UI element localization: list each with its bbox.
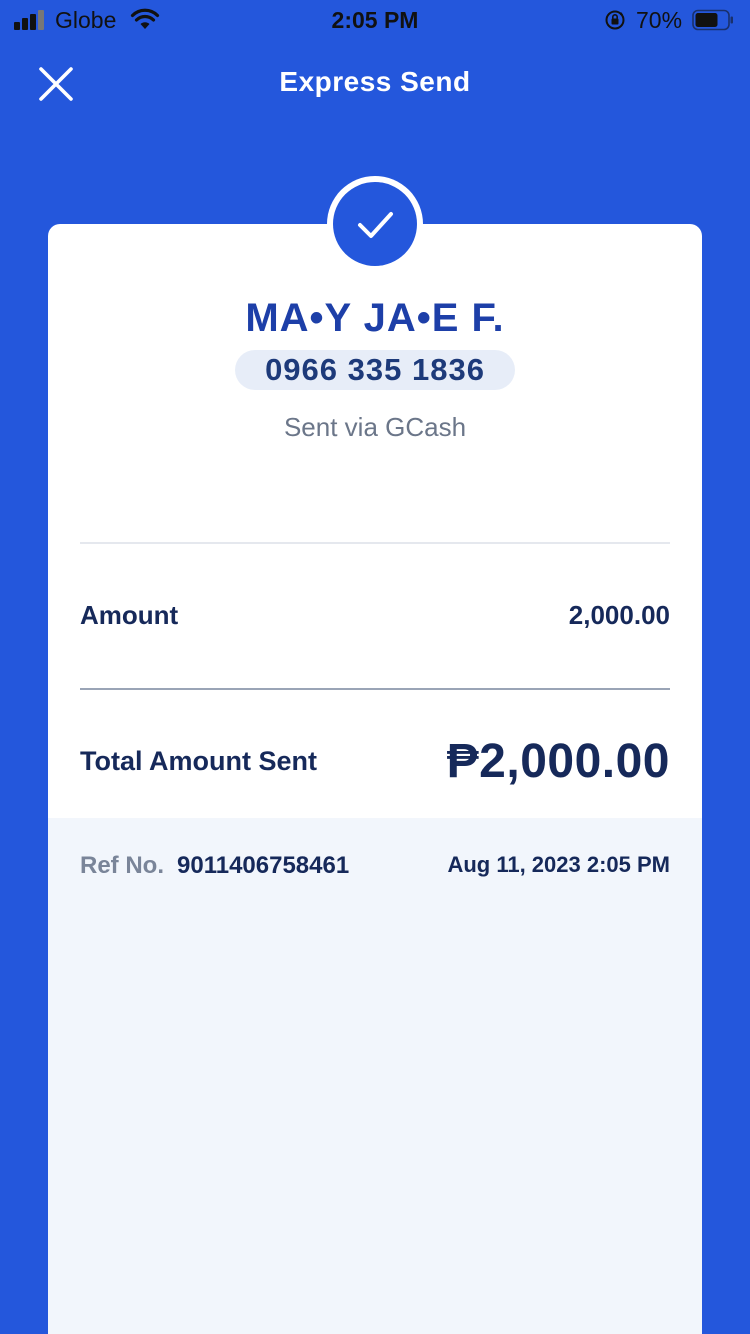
page-title: Express Send xyxy=(279,66,471,97)
divider xyxy=(80,688,670,690)
amount-label: Amount xyxy=(80,600,179,630)
battery-percentage: 70% xyxy=(636,7,683,33)
total-amount-value: ₱2,000.00 xyxy=(446,735,670,788)
transaction-datetime: Aug 11, 2023 2:05 PM xyxy=(447,852,670,877)
orientation-lock-icon xyxy=(605,10,625,30)
amount-value: 2,000.00 xyxy=(568,600,670,630)
success-badge xyxy=(327,176,423,272)
check-icon xyxy=(358,212,393,238)
receipt-card: MA•Y JA•E F. 0966 335 1836 Sent via GCas… xyxy=(48,224,702,1334)
send-method: Sent via GCash xyxy=(283,412,467,442)
receipt-footer: Ref No. 9011406758461 Aug 11, 2023 2:05 … xyxy=(48,818,702,1334)
recipient-name: MA•Y JA•E F. xyxy=(245,296,505,340)
recipient-number: 0966 335 1836 xyxy=(235,350,515,390)
reference-number: 9011406758461 xyxy=(177,852,350,879)
status-bar: Globe 2:05 PM 70% xyxy=(0,0,750,40)
divider xyxy=(80,542,670,544)
battery-icon xyxy=(692,9,733,31)
reference-label: Ref No. xyxy=(80,852,164,879)
total-amount-label: Total Amount Sent xyxy=(80,746,317,776)
